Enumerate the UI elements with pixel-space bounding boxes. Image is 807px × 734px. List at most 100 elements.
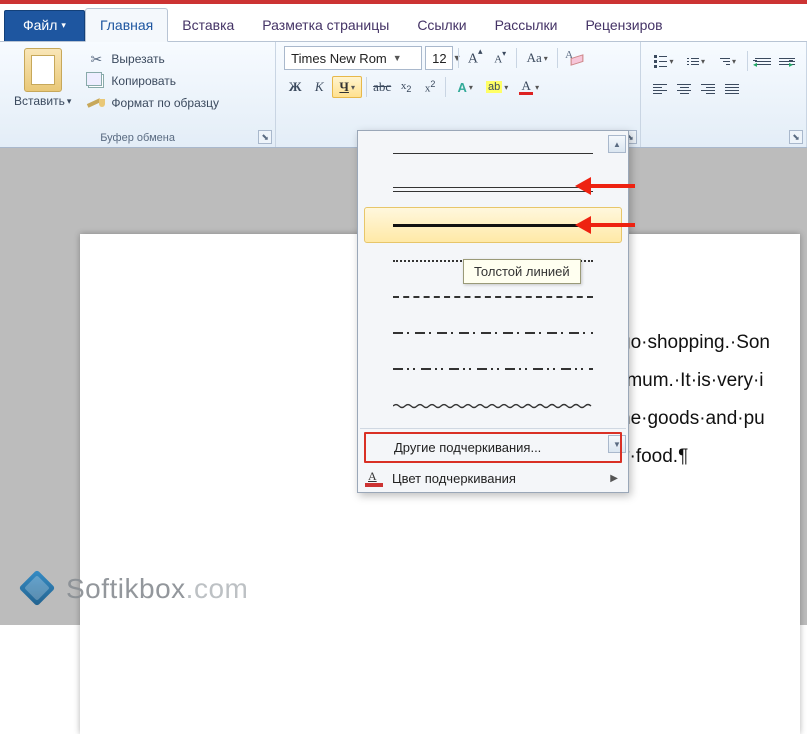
numbering-button[interactable]: ▾ [681,50,711,72]
watermark-logo-icon [20,571,56,607]
watermark-text: Softikbox.com [66,573,248,605]
separator [557,48,558,68]
group-paragraph: ▾ ▾ ▾ ◂ [641,42,807,147]
annotation-arrow [575,216,635,234]
tab-review[interactable]: Рецензиров [571,9,676,41]
separator [747,51,748,71]
italic-button[interactable]: К [308,76,330,98]
grow-font-button[interactable]: A▴ [464,47,486,69]
document-text[interactable]: go·shopping.·Son ·mum.·It·is·very·i he·g… [620,324,790,476]
subscript-button[interactable]: x2 [395,76,417,98]
underline-single[interactable] [364,135,622,171]
shrink-font-icon: A▾ [494,51,506,66]
justify-button[interactable] [721,78,743,100]
caret-down-icon: ▾ [351,83,355,92]
separator [516,48,517,68]
clear-formatting-button[interactable] [563,47,585,69]
bold-button[interactable]: Ж [284,76,306,98]
underline-wave[interactable] [364,387,622,423]
scissors-icon: ✂ [87,51,105,67]
underline-color-command[interactable]: Цвет подчеркивания ▶ [358,465,628,492]
increase-indent-button[interactable]: ▸ [776,50,798,72]
paste-button[interactable]: Вставить ▾ [8,46,77,110]
separator [458,48,459,68]
caret-down-icon: ▾ [504,83,508,92]
caret-down-icon: ▼ [391,53,402,63]
copy-label: Копировать [111,74,176,88]
line-dashdotdot-icon [393,368,593,370]
separator [366,77,367,97]
strikethrough-icon: abc [373,79,391,95]
paste-icon [24,48,62,92]
text-line: ·mum.·It·is·very·i [620,362,790,400]
numbering-icon [687,58,699,65]
cut-button[interactable]: ✂ Вырезать [83,50,223,68]
tab-home[interactable]: Главная [85,8,168,42]
bullets-button[interactable]: ▾ [649,50,679,72]
line-double-icon [393,187,593,192]
underline-color-label: Цвет подчеркивания [392,471,516,486]
line-single-icon [393,153,593,154]
change-case-button[interactable]: Aa▾ [522,47,552,69]
tab-mailings[interactable]: Рассылки [481,9,572,41]
underline-dash-dot-dot[interactable] [364,351,622,387]
align-right-icon [701,84,715,94]
subscript-icon: x2 [401,80,412,94]
superscript-icon: x2 [425,79,436,95]
clipboard-dialog-launcher[interactable]: ⬊ [258,130,272,144]
caret-down-icon: ▾ [535,83,539,92]
underline-dashed[interactable] [364,279,622,315]
group-paragraph-label [649,130,798,147]
change-case-icon: Aa [527,50,542,66]
line-thick-icon [393,224,593,227]
tab-insert[interactable]: Вставка [168,9,248,41]
text-effects-icon: A [457,80,466,95]
brush-icon [87,95,105,111]
caret-down-icon: ▾ [669,57,673,66]
decrease-indent-button[interactable]: ◂ [752,50,774,72]
eraser-icon [565,50,583,66]
tab-references[interactable]: Ссылки [403,9,480,41]
cut-label: Вырезать [111,52,164,66]
text-line: he·goods·and·pu [620,400,790,438]
underline-dash-dot[interactable] [364,315,622,351]
watermark-domain: .com [186,573,249,604]
line-dashdot-icon [393,332,593,334]
copy-button[interactable]: Копировать [83,72,223,90]
bold-icon: Ж [289,79,302,95]
text-line: go·shopping.·Son [620,324,790,362]
caret-down-icon: ▼ [451,53,462,63]
format-painter-button[interactable]: Формат по образцу [83,94,223,112]
text-effects-button[interactable]: A▾ [450,76,480,98]
font-name-value: Times New Rom [291,51,387,66]
strikethrough-button[interactable]: abc [371,76,393,98]
format-painter-label: Формат по образцу [111,96,219,110]
highlight-button[interactable]: ab▾ [482,76,512,98]
line-dashed-icon [393,296,593,298]
increase-indent-icon: ▸ [779,58,795,65]
superscript-button[interactable]: x2 [419,76,441,98]
font-color-button[interactable]: A▾ [514,76,544,98]
align-center-button[interactable] [673,78,695,100]
justify-icon [725,84,739,94]
paste-label: Вставить [14,94,65,108]
paragraph-dialog-launcher[interactable]: ⬊ [789,130,803,144]
multilevel-list-button[interactable]: ▾ [713,50,743,72]
tab-page-layout[interactable]: Разметка страницы [248,9,403,41]
bullets-icon [654,55,667,68]
font-name-combo[interactable]: Times New Rom ▼ [284,46,422,70]
font-size-combo[interactable]: 12 ▼ [425,46,453,70]
shrink-font-button[interactable]: A▾ [489,47,511,69]
decrease-indent-icon: ◂ [755,58,771,65]
underline-button[interactable]: Ч ▾ [332,76,362,98]
italic-icon: К [315,79,324,95]
align-left-button[interactable] [649,78,671,100]
tab-file-label: Файл [23,17,57,33]
tab-file[interactable]: Файл ▾ [4,10,85,41]
align-center-icon [677,84,691,94]
watermark-name: Softikbox [66,573,186,604]
align-right-button[interactable] [697,78,719,100]
group-clipboard: Вставить ▾ ✂ Вырезать Копировать Формат … [0,42,276,147]
copy-icon [87,73,105,89]
more-underlines-command[interactable]: Другие подчеркивания... [364,432,622,463]
